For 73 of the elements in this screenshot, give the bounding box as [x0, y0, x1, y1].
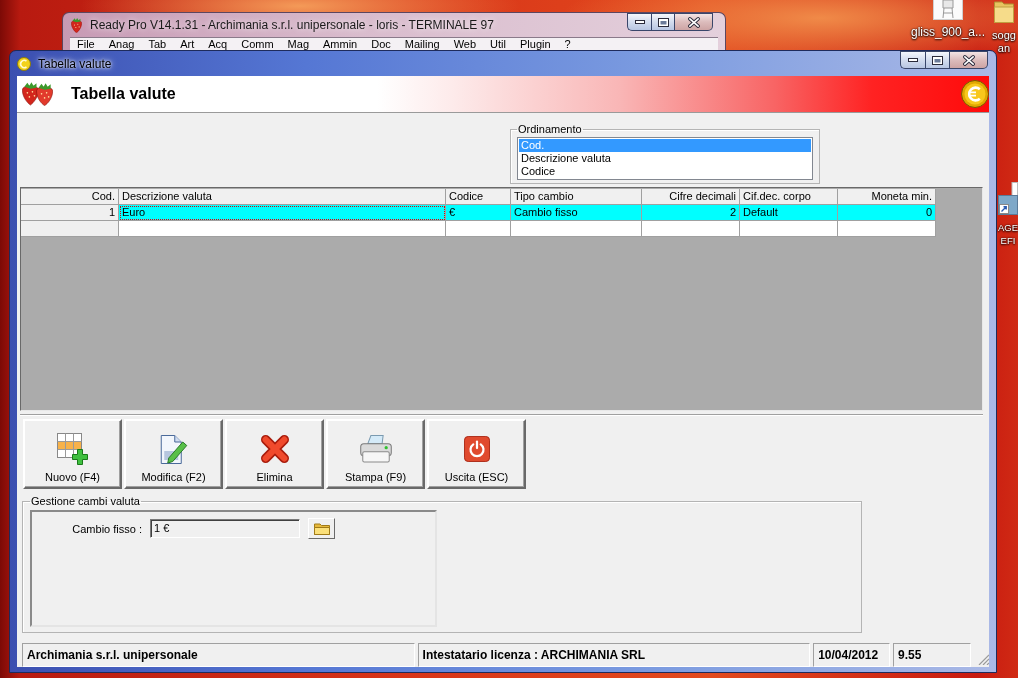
column-header[interactable]: Moneta min.: [838, 189, 936, 205]
status-bar-field: 9.55: [893, 643, 971, 667]
power-icon: [463, 436, 490, 462]
status-bar-field: Intestatario licenza : ARCHIMANIA SRL: [417, 643, 811, 667]
group-label: Gestione cambi valuta: [30, 495, 141, 508]
table-cell: Euro: [119, 205, 446, 221]
menu-item[interactable]: Web: [446, 38, 484, 50]
column-header[interactable]: Cifre decimali: [642, 189, 740, 205]
image-thumbnail-icon[interactable]: [933, 0, 963, 20]
new-row[interactable]: [21, 221, 936, 237]
table-row[interactable]: 1 Euro € Cambio fisso 2 Default 0: [21, 205, 936, 221]
column-header[interactable]: Tipo cambio: [511, 189, 642, 205]
browse-button[interactable]: [308, 518, 335, 539]
menu-item[interactable]: Mag: [280, 38, 316, 50]
menu-item[interactable]: Acq: [201, 38, 235, 50]
column-header[interactable]: Descrizione valuta: [119, 189, 446, 205]
euro-coin-icon: [961, 80, 989, 108]
window-title: Tabella valute: [38, 56, 112, 71]
resize-grip-icon[interactable]: [978, 654, 989, 665]
coin-icon: [17, 56, 31, 71]
maximize-icon: [657, 17, 669, 27]
header-title: Tabella valute: [71, 85, 176, 103]
menu-item[interactable]: Tab: [141, 38, 174, 50]
menu-item[interactable]: Ammin: [316, 38, 365, 50]
maximize-icon: [932, 55, 943, 65]
window-title: Ready Pro V14.1.31 - Archimania s.r.l. unipersonale - loris - TERMINALE 97: [90, 18, 494, 32]
new-button[interactable]: Nuovo (F4): [23, 419, 122, 489]
list-option[interactable]: Descrizione valuta: [519, 152, 811, 165]
printer-icon: [359, 435, 392, 463]
delete-button[interactable]: Elimina: [225, 419, 324, 489]
table-add-icon: [57, 433, 88, 465]
minimize-button[interactable]: [627, 13, 651, 31]
folder-icon: [313, 522, 330, 535]
menu-item[interactable]: Mailing: [397, 38, 447, 50]
close-icon: [962, 54, 975, 66]
list-option[interactable]: Codice: [519, 165, 811, 178]
group-label: Ordinamento: [517, 123, 583, 136]
document-pencil-icon: [159, 434, 188, 464]
strawberry-icon: [71, 17, 82, 33]
menu-item[interactable]: ?: [557, 38, 578, 50]
column-header[interactable]: Cod.: [21, 189, 119, 205]
menu-item[interactable]: Plugin: [513, 38, 558, 50]
menu-item[interactable]: Util: [483, 38, 513, 50]
menu-item[interactable]: Doc: [364, 38, 398, 50]
field-label: Cambio fisso :: [71, 522, 142, 535]
minimize-icon: [634, 20, 645, 24]
maximize-button[interactable]: [651, 13, 675, 31]
strawberry-icon: [22, 82, 53, 106]
table-cell: 1: [21, 205, 119, 221]
shortcut-icon[interactable]: [998, 182, 1018, 215]
folder-icon[interactable]: [994, 0, 1014, 23]
close-icon: [687, 16, 700, 28]
menu-item[interactable]: File: [70, 38, 102, 50]
menu-item[interactable]: Comm: [234, 38, 281, 50]
status-bar-field: Archimania s.r.l. unipersonale: [22, 643, 415, 667]
minimize-button[interactable]: [900, 51, 925, 69]
column-header[interactable]: Cif.dec. corpo: [740, 189, 838, 205]
exit-button[interactable]: Uscita (ESC): [427, 419, 526, 489]
close-button[interactable]: [950, 51, 988, 69]
menu-item[interactable]: Art: [173, 38, 202, 50]
desktop-icon-label: gliss_900_a...: [910, 26, 986, 39]
desktop-icon-label: sogg an: [992, 29, 1016, 55]
edit-button[interactable]: Modifica (F2): [124, 419, 223, 489]
minimize-icon: [908, 58, 918, 62]
desktop-icon-label: AGE EFI: [997, 221, 1018, 247]
sort-listbox[interactable]: Cod. Descrizione valuta Codice: [517, 137, 813, 180]
column-header[interactable]: Codice: [446, 189, 511, 205]
close-button[interactable]: [675, 13, 713, 31]
status-bar-field: 10/04/2012: [813, 643, 891, 667]
print-button[interactable]: Stampa (F9): [326, 419, 425, 489]
menu-item[interactable]: Anag: [101, 38, 142, 50]
delete-icon: [260, 435, 289, 463]
maximize-button[interactable]: [925, 51, 950, 69]
